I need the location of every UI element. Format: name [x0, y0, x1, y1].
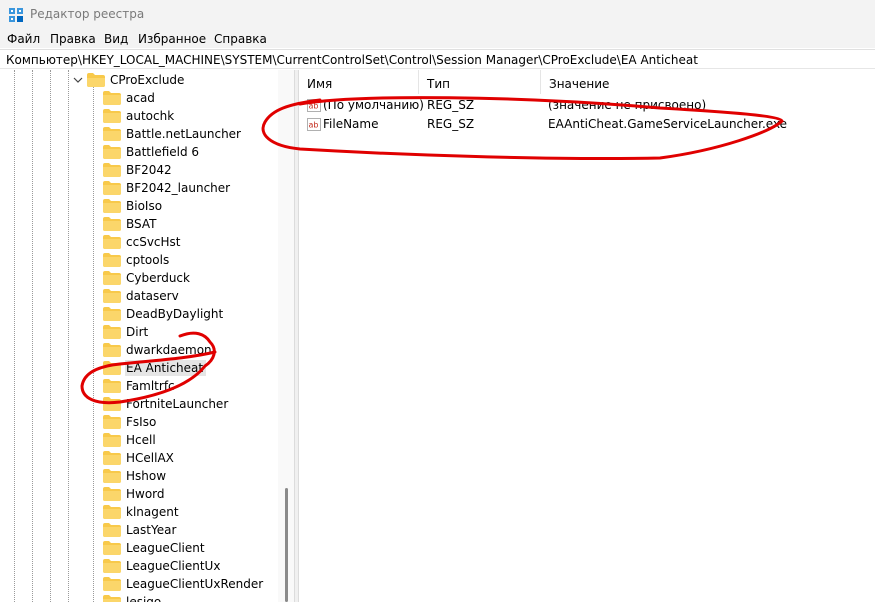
- value-data: (значение не присвоено): [548, 98, 707, 112]
- folder-icon: [103, 595, 121, 602]
- folder-icon: [103, 433, 121, 447]
- folder-icon: [103, 199, 121, 213]
- tree-item-label: LeagueClientUxRender: [126, 577, 264, 591]
- folder-icon: [103, 577, 121, 591]
- value-type: REG_SZ: [427, 98, 475, 112]
- value-name: (По умолчанию): [323, 98, 424, 112]
- address-bar[interactable]: Компьютер\HKEY_LOCAL_MACHINE\SYSTEM\Curr…: [0, 49, 875, 69]
- string-value-icon: ab: [307, 118, 321, 131]
- folder-icon: [103, 559, 121, 573]
- folder-icon: [103, 397, 121, 411]
- folder-icon: [103, 379, 121, 393]
- folder-icon: [103, 271, 121, 285]
- tree-item-label: LeagueClient: [126, 541, 205, 555]
- chevron-down-icon[interactable]: [73, 75, 83, 85]
- folder-icon: [103, 289, 121, 303]
- tree-item-label: Hword: [126, 487, 165, 501]
- folder-icon: [103, 469, 121, 483]
- folder-icon: [103, 361, 121, 375]
- menu-file[interactable]: Файл: [7, 32, 40, 46]
- tree-item-label: autochk: [126, 109, 175, 123]
- svg-text:ab: ab: [309, 102, 319, 111]
- registry-editor-icon: [9, 8, 23, 22]
- tree-guide-line: [14, 70, 15, 602]
- folder-icon: [103, 487, 121, 501]
- menu-help[interactable]: Справка: [214, 32, 267, 46]
- tree-item-label: Famltrfc: [126, 379, 175, 393]
- folder-icon: [103, 181, 121, 195]
- tree-item-label: Hshow: [126, 469, 167, 483]
- tree-item-label: acad: [126, 91, 155, 105]
- value-name: FileName: [323, 117, 379, 131]
- folder-icon: [103, 415, 121, 429]
- folder-icon: [103, 91, 121, 105]
- folder-icon: [103, 145, 121, 159]
- tree-item-label: Battlefield 6: [126, 145, 200, 159]
- folder-icon: [103, 523, 121, 537]
- tree-item-label: lesigo: [126, 595, 162, 602]
- folder-open-icon: [87, 73, 105, 87]
- tree-guide-line: [68, 70, 69, 602]
- tree-item-label: BF2042: [126, 163, 172, 177]
- tree-scrollbar-thumb[interactable]: [285, 488, 288, 602]
- tree-item-label: CProExclude: [110, 73, 185, 87]
- tree-guide-line: [50, 70, 51, 602]
- tree-item-label: ccSvcHst: [126, 235, 181, 249]
- tree-guide-line: [32, 70, 33, 602]
- tree-item-label: LastYear: [126, 523, 177, 537]
- folder-icon: [103, 451, 121, 465]
- tree-item-label: FortniteLauncher: [126, 397, 229, 411]
- window-title: Редактор реестра: [30, 7, 145, 21]
- tree-item-label: klnagent: [126, 505, 179, 519]
- column-header-value[interactable]: Значение: [541, 70, 875, 94]
- folder-icon: [103, 343, 121, 357]
- tree-item-label: HCellAX: [126, 451, 174, 465]
- value-row[interactable]: ab FileName REG_SZ EAAntiCheat.GameServi…: [299, 115, 875, 134]
- tree-guide-line: [93, 87, 94, 602]
- tree-item-label: BioIso: [126, 199, 163, 213]
- string-value-icon: ab: [307, 99, 321, 112]
- address-path[interactable]: Компьютер\HKEY_LOCAL_MACHINE\SYSTEM\Curr…: [6, 53, 698, 67]
- folder-icon: [103, 505, 121, 519]
- key-tree[interactable]: CProExclude acad autochk Battle.netLaunche…: [0, 70, 294, 602]
- tree-item-label: Battle.netLauncher: [126, 127, 241, 141]
- folder-icon: [103, 253, 121, 267]
- tree-item-label: Hcell: [126, 433, 156, 447]
- menu-favorites[interactable]: Избранное: [138, 32, 206, 46]
- value-row[interactable]: ab (По умолчанию) REG_SZ (значение не пр…: [299, 96, 875, 115]
- values-list[interactable]: Имя Тип Значение ab (По умолчанию) REG_S…: [299, 70, 875, 602]
- tree-item-label: dataserv: [126, 289, 179, 303]
- tree-item-label: Cyberduck: [126, 271, 190, 285]
- title-bar: Редактор реестра: [0, 0, 875, 30]
- column-header-type[interactable]: Тип: [419, 70, 541, 94]
- folder-icon: [103, 127, 121, 141]
- folder-icon: [103, 325, 121, 339]
- tree-item-label: Dirt: [126, 325, 149, 339]
- value-type: REG_SZ: [427, 117, 475, 131]
- tree-item-label: cptools: [126, 253, 170, 267]
- folder-icon: [103, 541, 121, 555]
- menu-view[interactable]: Вид: [104, 32, 128, 46]
- menu-edit[interactable]: Правка: [50, 32, 96, 46]
- tree-item-label: dwarkdaemon: [126, 343, 212, 357]
- folder-icon: [103, 163, 121, 177]
- tree-item-label: DeadByDaylight: [126, 307, 224, 321]
- value-data: EAAntiCheat.GameServiceLauncher.exe: [548, 117, 788, 131]
- menu-bar: Файл Правка Вид Избранное Справка: [0, 30, 875, 48]
- folder-icon: [103, 235, 121, 249]
- tree-item-label: BSAT: [126, 217, 157, 231]
- column-header-name[interactable]: Имя: [299, 70, 419, 94]
- tree-item-label: LeagueClientUx: [126, 559, 221, 573]
- folder-icon: [103, 109, 121, 123]
- tree-item-label: EA Anticheat: [125, 360, 207, 376]
- tree-item-label: BF2042_launcher: [126, 181, 231, 195]
- tree-item-label: FsIso: [126, 415, 157, 429]
- svg-text:ab: ab: [309, 121, 319, 130]
- folder-icon: [103, 217, 121, 231]
- folder-icon: [103, 307, 121, 321]
